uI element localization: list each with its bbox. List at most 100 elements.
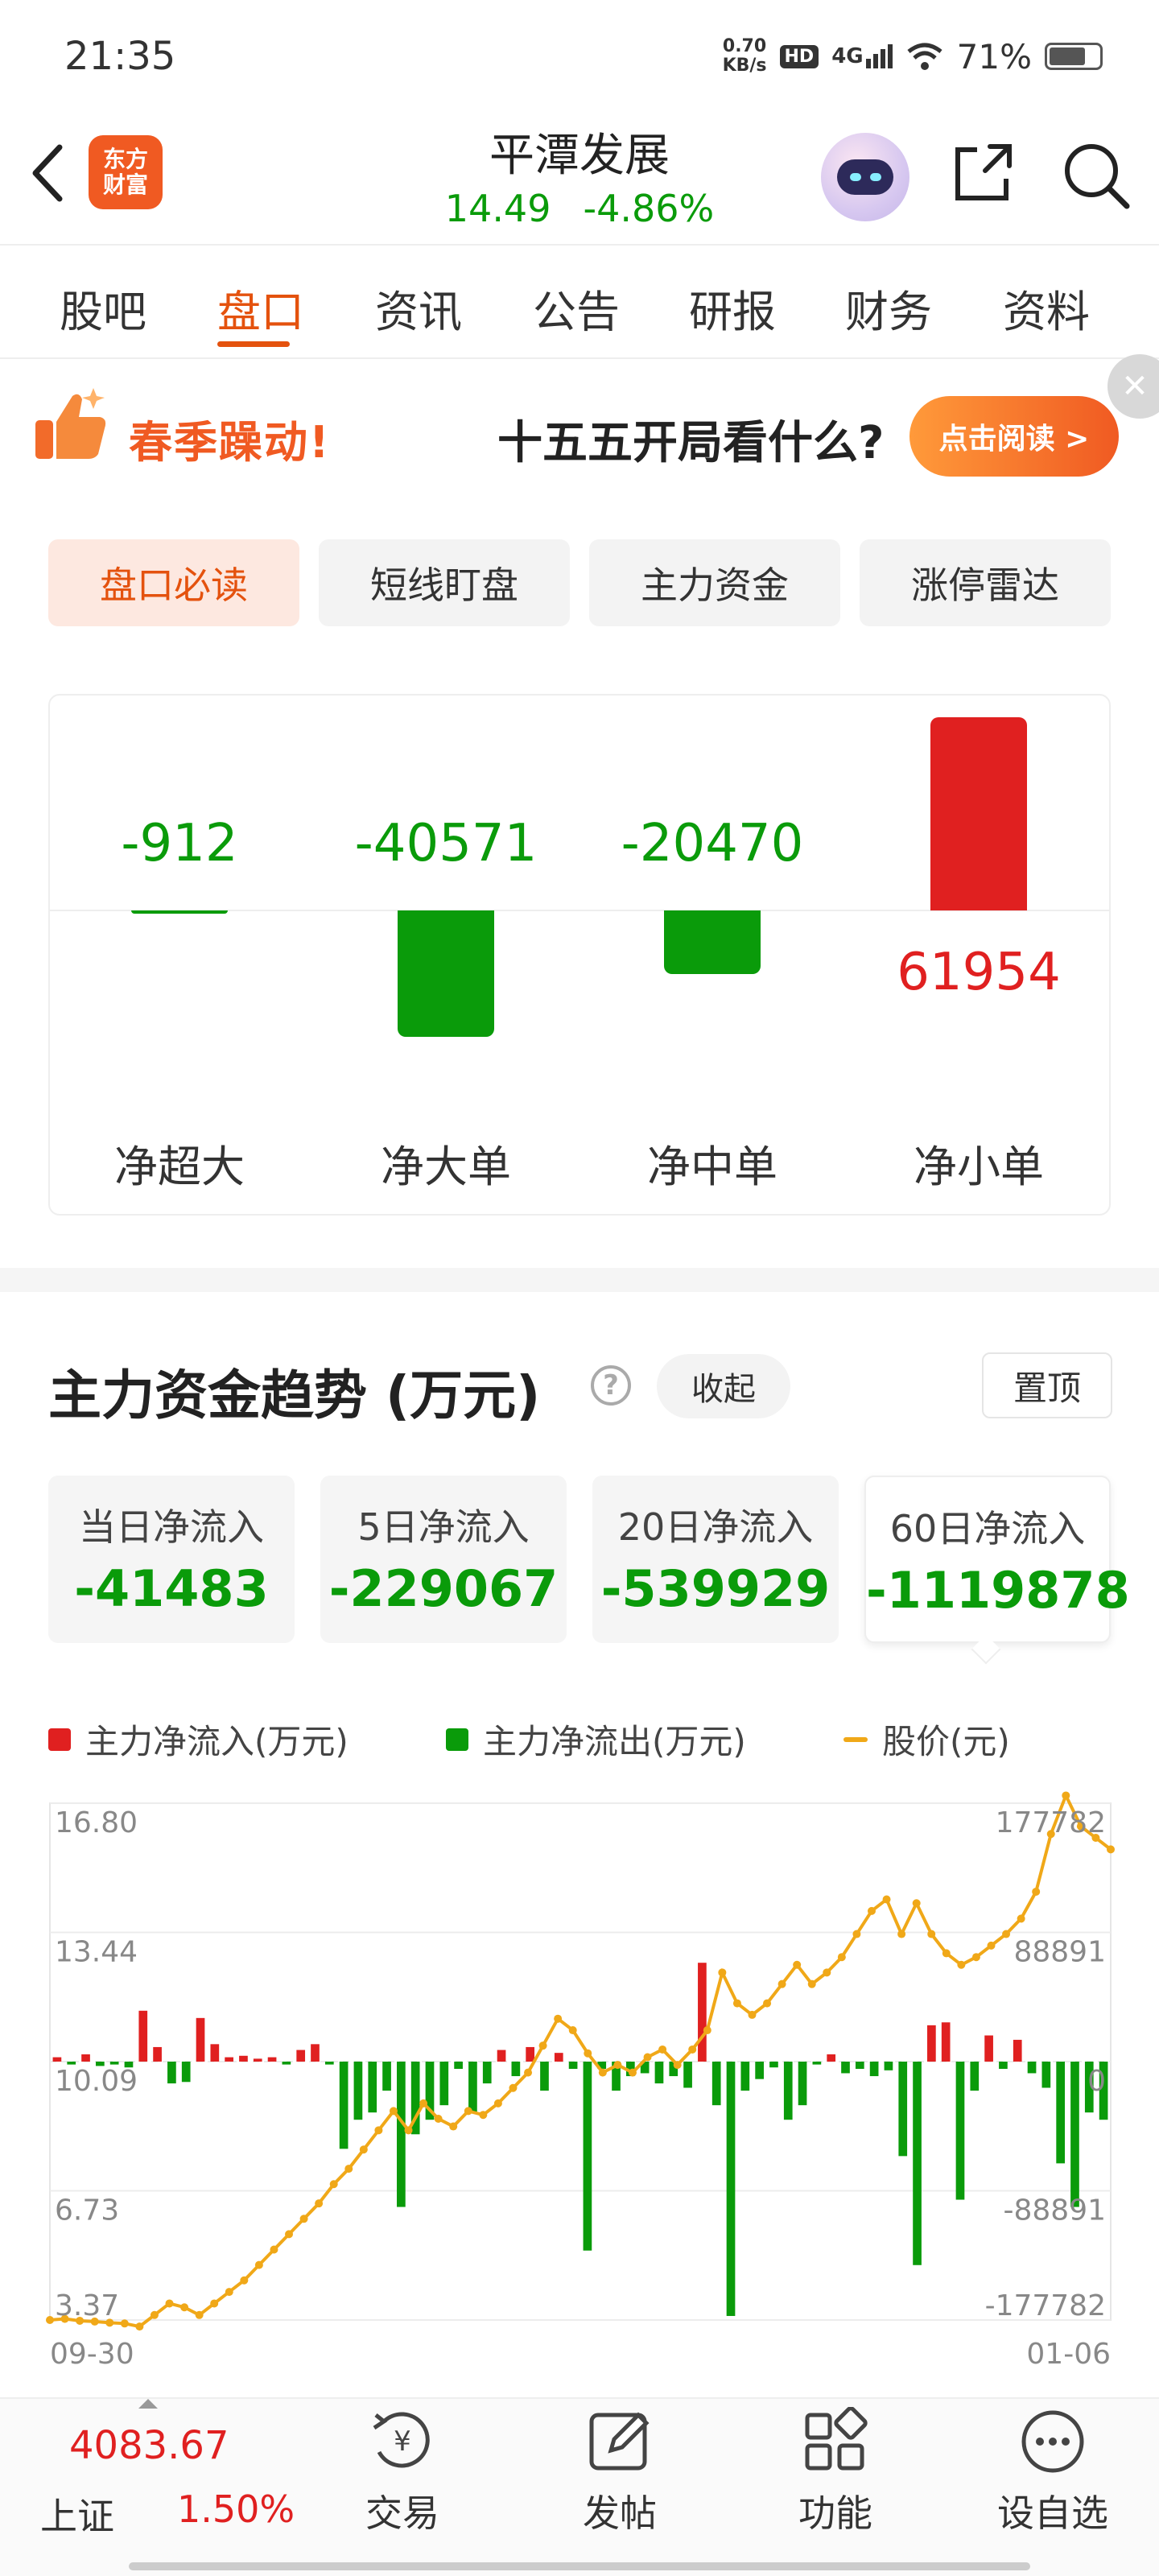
- tab-pankou[interactable]: 盘口: [217, 276, 304, 340]
- inflow-bar: [1013, 2039, 1022, 2062]
- legend-outflow: 主力净流出(万元): [446, 1715, 746, 1764]
- tab-news[interactable]: 资讯: [375, 276, 462, 340]
- price-point: [748, 2010, 757, 2019]
- outflow-bar: [683, 2062, 692, 2088]
- outflow-bar: [454, 2062, 463, 2070]
- flow-label-medium: 净中单: [647, 1141, 777, 1192]
- inflow-bar: [138, 2010, 148, 2062]
- price-point: [777, 1979, 786, 1988]
- inflow-bar: [253, 2058, 262, 2062]
- status-time: 21:35: [64, 34, 176, 79]
- subtab-main-funds[interactable]: 主力资金: [589, 539, 840, 626]
- outflow-bar: [740, 2062, 750, 2091]
- stat-20day[interactable]: 20日净流入 -539929: [592, 1476, 839, 1643]
- pin-top-button[interactable]: 置顶: [982, 1352, 1112, 1418]
- price-point: [464, 2107, 472, 2116]
- flow-value-medium: -20470: [621, 814, 804, 873]
- price-point: [823, 1968, 831, 1977]
- price-point: [957, 1960, 966, 1969]
- more-icon: [1021, 2410, 1084, 2473]
- ai-assistant-avatar[interactable]: [821, 133, 909, 221]
- stat-today[interactable]: 当日净流入 -41483: [48, 1476, 295, 1643]
- price-point: [971, 1953, 980, 1962]
- price-point: [389, 2107, 398, 2116]
- caret-up-icon[interactable]: [138, 2399, 158, 2409]
- collapse-button[interactable]: 收起: [657, 1354, 790, 1418]
- left-tick-label: 10.09: [55, 2065, 138, 2098]
- price-point: [987, 1941, 996, 1950]
- price-point: [46, 2316, 54, 2324]
- price-point: [613, 2061, 622, 2070]
- banner-read-button[interactable]: 点击阅读 >: [909, 396, 1119, 477]
- price-point: [763, 1999, 772, 2008]
- x-start-label: 09-30: [50, 2338, 134, 2371]
- nav-functions[interactable]: 功能: [763, 2407, 908, 2537]
- status-icons: 0.70 KB/s HD 4G 71%: [723, 32, 1103, 80]
- flow-label-large: 净大单: [381, 1141, 511, 1192]
- price-point: [927, 1930, 936, 1938]
- outflow-bar: [970, 2062, 980, 2091]
- price-point: [1017, 1914, 1025, 1923]
- subtab-must-read[interactable]: 盘口必读: [48, 539, 299, 626]
- flow-value-large: -40571: [354, 814, 538, 873]
- subtab-limit-radar[interactable]: 涨停雷达: [860, 539, 1111, 626]
- tab-guba[interactable]: 股吧: [60, 276, 146, 340]
- nav-trade[interactable]: ¥ 交易: [330, 2407, 475, 2537]
- price-point: [837, 1953, 846, 1962]
- banner-campaign-text: 春季躁动!: [129, 417, 331, 468]
- price-point: [628, 2068, 637, 2077]
- tab-research[interactable]: 研报: [689, 276, 776, 340]
- tab-profile[interactable]: 资料: [1003, 276, 1090, 340]
- price-point: [1032, 1887, 1041, 1896]
- search-icon[interactable]: [1059, 138, 1132, 211]
- inflow-bar: [239, 2055, 248, 2062]
- tab-announcements[interactable]: 公告: [533, 276, 620, 340]
- price-point: [718, 1968, 727, 1977]
- inflow-bar: [81, 2054, 90, 2062]
- left-tick-label: 16.80: [55, 1806, 138, 1839]
- price-point: [1002, 1930, 1011, 1938]
- active-tab-indicator: [217, 341, 290, 347]
- legend-inflow: 主力净流入(万元): [48, 1715, 349, 1764]
- inflow-bar: [984, 2035, 993, 2062]
- price-point: [509, 2083, 518, 2092]
- nav-watchlist[interactable]: 设自选: [980, 2407, 1125, 2537]
- inflow-bar: [210, 2044, 220, 2062]
- share-icon[interactable]: [950, 138, 1017, 206]
- index-name[interactable]: 上证: [40, 2487, 114, 2541]
- stat-60day[interactable]: 60日净流入 -1119878: [864, 1476, 1130, 1643]
- index-change[interactable]: 1.50%: [177, 2487, 295, 2531]
- price-point: [538, 2041, 547, 2050]
- flow-label-super-large: 净超大: [114, 1141, 245, 1192]
- sub-tab-bar: 盘口必读 短线盯盘 主力资金 涨停雷达: [48, 539, 1111, 628]
- inflow-bar: [554, 2053, 563, 2062]
- battery-icon: [1045, 43, 1103, 70]
- outflow-bar: [769, 2062, 778, 2068]
- fund-trend-chart[interactable]: 16.80 13.44 10.09 6.73 3.37 177782 88891 0 -8889…: [0, 1779, 1159, 2375]
- price-point: [688, 2045, 697, 2054]
- back-arrow-icon[interactable]: [24, 141, 72, 205]
- price-point: [240, 2276, 249, 2285]
- outflow-bar: [382, 2062, 391, 2091]
- hd-icon: HD: [779, 44, 819, 68]
- outflow-bar: [654, 2062, 664, 2084]
- nav-post[interactable]: 发帖: [547, 2407, 692, 2537]
- outflow-bar: [353, 2062, 363, 2120]
- outflow-bar: [884, 2062, 893, 2070]
- price-point: [658, 2045, 667, 2054]
- app-logo[interactable]: 东方 财富: [89, 135, 163, 209]
- subtab-short-term[interactable]: 短线盯盘: [319, 539, 570, 626]
- tab-finance[interactable]: 财务: [845, 276, 932, 340]
- inflow-bar: [196, 2017, 205, 2062]
- right-tick-label: 177782: [996, 1806, 1106, 1839]
- price-point: [912, 1899, 921, 1908]
- price-point: [285, 2230, 294, 2239]
- outflow-bar: [397, 2062, 406, 2207]
- section-gap: [0, 1268, 1159, 1292]
- price-point: [732, 1999, 741, 2008]
- price-point: [195, 2310, 204, 2319]
- inflow-bar: [698, 1963, 707, 2062]
- index-value[interactable]: 4083.67: [69, 2423, 229, 2468]
- help-icon[interactable]: ?: [591, 1365, 631, 1406]
- stat-5day[interactable]: 5日净流入 -229067: [320, 1476, 567, 1643]
